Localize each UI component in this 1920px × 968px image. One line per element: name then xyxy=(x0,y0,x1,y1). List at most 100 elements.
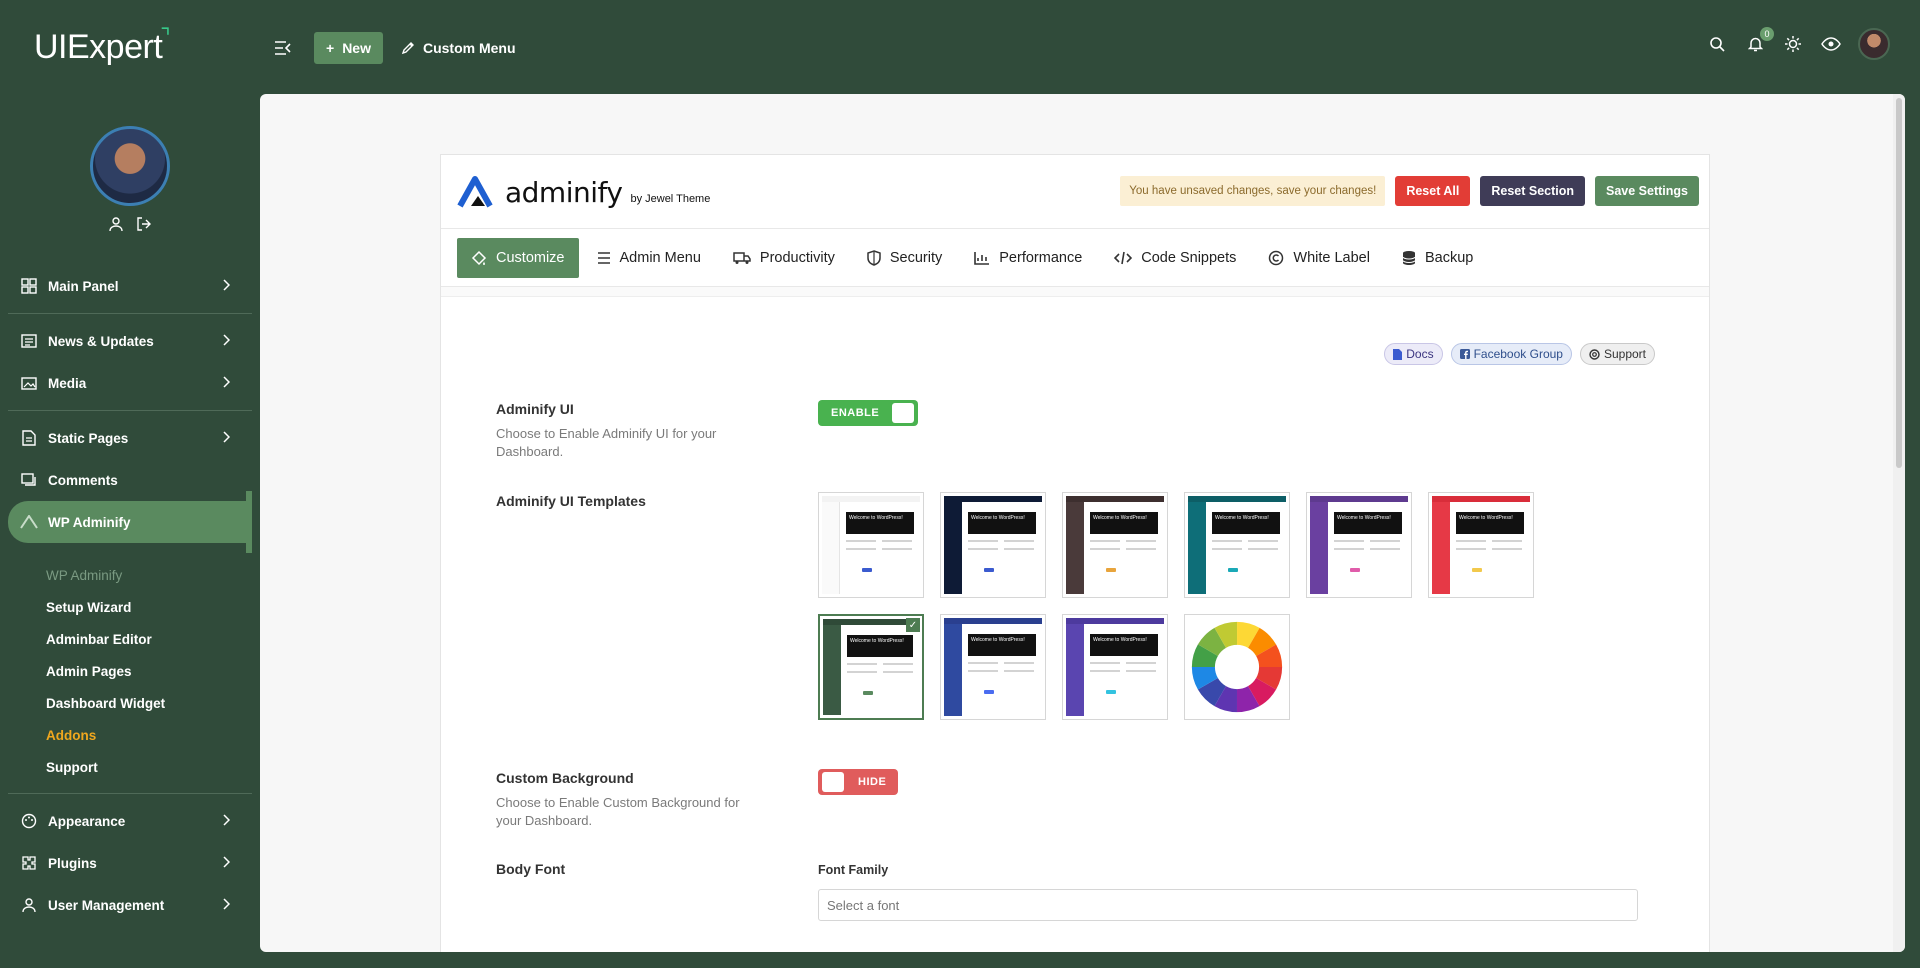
facebook-group-link[interactable]: Facebook Group xyxy=(1450,343,1572,365)
submenu-support[interactable]: Support xyxy=(8,751,252,783)
selected-check-icon: ✓ xyxy=(906,618,920,632)
template-green[interactable]: Welcome to WordPress! ✓ xyxy=(818,614,924,720)
sidebar: Main Panel News & Updates Media Static P… xyxy=(0,90,252,968)
color-wheel-icon xyxy=(1188,618,1286,716)
tab-code-snippets[interactable]: Code Snippets xyxy=(1100,238,1250,278)
tab-performance[interactable]: Performance xyxy=(960,238,1096,278)
tab-customize[interactable]: Customize xyxy=(457,237,579,278)
lifebuoy-icon xyxy=(1589,348,1600,360)
chevron-right-icon xyxy=(222,279,231,294)
template-indigo[interactable]: Welcome to WordPress! xyxy=(1062,614,1168,720)
template-dark-navy[interactable]: Welcome to WordPress! xyxy=(940,492,1046,598)
template-custom-color-wheel[interactable] xyxy=(1184,614,1290,720)
chevron-right-icon xyxy=(222,814,231,829)
sidebar-item-user-management[interactable]: User Management xyxy=(8,884,252,926)
settings-tabs: Customize Admin Menu Productivity Securi… xyxy=(441,229,1709,287)
toggle-knob xyxy=(892,403,914,423)
sun-icon[interactable] xyxy=(1782,33,1804,55)
chevron-right-icon xyxy=(222,431,231,446)
logout-icon[interactable] xyxy=(136,216,152,232)
tab-backup[interactable]: Backup xyxy=(1388,238,1487,278)
user-avatar[interactable] xyxy=(1858,28,1890,60)
settings-header: adminify by Jewel Theme You have unsaved… xyxy=(441,155,1709,229)
user-icon xyxy=(20,896,38,914)
new-button[interactable]: + New xyxy=(314,32,383,64)
chevron-right-icon xyxy=(222,334,231,349)
tab-white-label[interactable]: White Label xyxy=(1254,238,1384,278)
sidebar-item-main-panel[interactable]: Main Panel xyxy=(8,265,252,307)
templates-label: Adminify UI Templates xyxy=(496,493,646,509)
database-icon xyxy=(1402,250,1416,265)
submenu-adminbar-editor[interactable]: Adminbar Editor xyxy=(8,623,252,655)
sidebar-item-static-pages[interactable]: Static Pages xyxy=(8,417,252,459)
news-icon xyxy=(20,332,38,350)
shield-icon xyxy=(867,249,881,266)
paint-bucket-icon xyxy=(471,250,487,265)
main-panel: adminify by Jewel Theme You have unsaved… xyxy=(260,94,1905,952)
menu-lines-icon xyxy=(597,251,610,264)
unsaved-notice: You have unsaved changes, save your chan… xyxy=(1120,176,1386,206)
sidebar-item-media[interactable]: Media xyxy=(8,362,252,404)
template-purple[interactable]: Welcome to WordPress! xyxy=(1306,492,1412,598)
comment-icon xyxy=(20,471,38,489)
sidebar-item-news[interactable]: News & Updates xyxy=(8,320,252,362)
submenu-dashboard-widget[interactable]: Dashboard Widget xyxy=(8,687,252,719)
sidebar-item-plugins[interactable]: Plugins xyxy=(8,842,252,884)
save-settings-button[interactable]: Save Settings xyxy=(1595,176,1699,206)
search-icon[interactable] xyxy=(1706,33,1728,55)
tab-productivity[interactable]: Productivity xyxy=(719,238,849,278)
support-link[interactable]: Support xyxy=(1579,343,1655,365)
custom-bg-desc: Choose to Enable Custom Background for y… xyxy=(496,795,740,828)
profile-icon[interactable] xyxy=(108,216,124,232)
palette-icon xyxy=(20,812,38,830)
collapse-menu-icon[interactable] xyxy=(272,37,294,59)
brand: adminify by Jewel Theme xyxy=(457,175,710,209)
docs-link[interactable]: Docs xyxy=(1384,343,1443,365)
media-icon xyxy=(20,374,38,392)
template-brown[interactable]: Welcome to WordPress! xyxy=(1062,492,1168,598)
eye-icon[interactable] xyxy=(1820,33,1842,55)
template-red[interactable]: Welcome to WordPress! xyxy=(1428,492,1534,598)
notification-badge: 0 xyxy=(1760,27,1774,41)
page-icon xyxy=(20,429,38,447)
template-blue[interactable]: Welcome to WordPress! xyxy=(940,614,1046,720)
reset-section-button[interactable]: Reset Section xyxy=(1480,176,1586,206)
truck-icon xyxy=(733,251,751,264)
adminify-icon xyxy=(20,513,38,531)
tab-security[interactable]: Security xyxy=(853,238,956,278)
submenu-setup-wizard[interactable]: Setup Wizard xyxy=(8,591,252,623)
plugin-icon xyxy=(20,854,38,872)
custom-menu-link[interactable]: Custom Menu xyxy=(401,40,516,56)
submenu-addons[interactable]: Addons xyxy=(8,719,252,751)
template-teal[interactable]: Welcome to WordPress! xyxy=(1184,492,1290,598)
submenu-admin-pages[interactable]: Admin Pages xyxy=(8,655,252,687)
chevron-right-icon xyxy=(222,376,231,391)
submenu-wp-adminify[interactable]: WP Adminify xyxy=(8,559,252,591)
document-icon xyxy=(1393,348,1403,360)
bar-chart-icon xyxy=(974,251,990,265)
adminify-ui-toggle[interactable]: ENABLE xyxy=(818,400,918,426)
settings-card: adminify by Jewel Theme You have unsaved… xyxy=(440,154,1710,952)
copyright-icon xyxy=(1269,250,1284,265)
custom-bg-toggle[interactable]: HIDE xyxy=(818,769,898,795)
toggle-knob xyxy=(822,772,844,792)
scrollbar[interactable] xyxy=(1893,94,1905,952)
app-logo[interactable]: UIExpert⌝ xyxy=(34,24,172,67)
adminify-ui-label: Adminify UI xyxy=(496,401,574,417)
chevron-right-icon xyxy=(222,898,231,913)
tab-admin-menu[interactable]: Admin Menu xyxy=(583,238,715,278)
template-light[interactable]: Welcome to WordPress! xyxy=(818,492,924,598)
sidebar-item-appearance[interactable]: Appearance xyxy=(8,800,252,842)
edit-icon xyxy=(401,42,414,55)
grid-icon xyxy=(20,277,38,295)
body-font-label: Body Font xyxy=(496,861,566,877)
adminify-ui-desc: Choose to Enable Adminify UI for your Da… xyxy=(496,426,717,459)
chevron-right-icon xyxy=(222,856,231,871)
sidebar-item-wp-adminify[interactable]: WP Adminify xyxy=(8,491,252,553)
bell-icon[interactable]: 0 xyxy=(1744,27,1774,55)
font-family-select[interactable]: Select a font xyxy=(818,889,1638,921)
custom-bg-label: Custom Background xyxy=(496,770,634,786)
sidebar-item-comments[interactable]: Comments xyxy=(8,459,252,501)
reset-all-button[interactable]: Reset All xyxy=(1395,176,1471,206)
profile-avatar[interactable] xyxy=(90,126,170,206)
